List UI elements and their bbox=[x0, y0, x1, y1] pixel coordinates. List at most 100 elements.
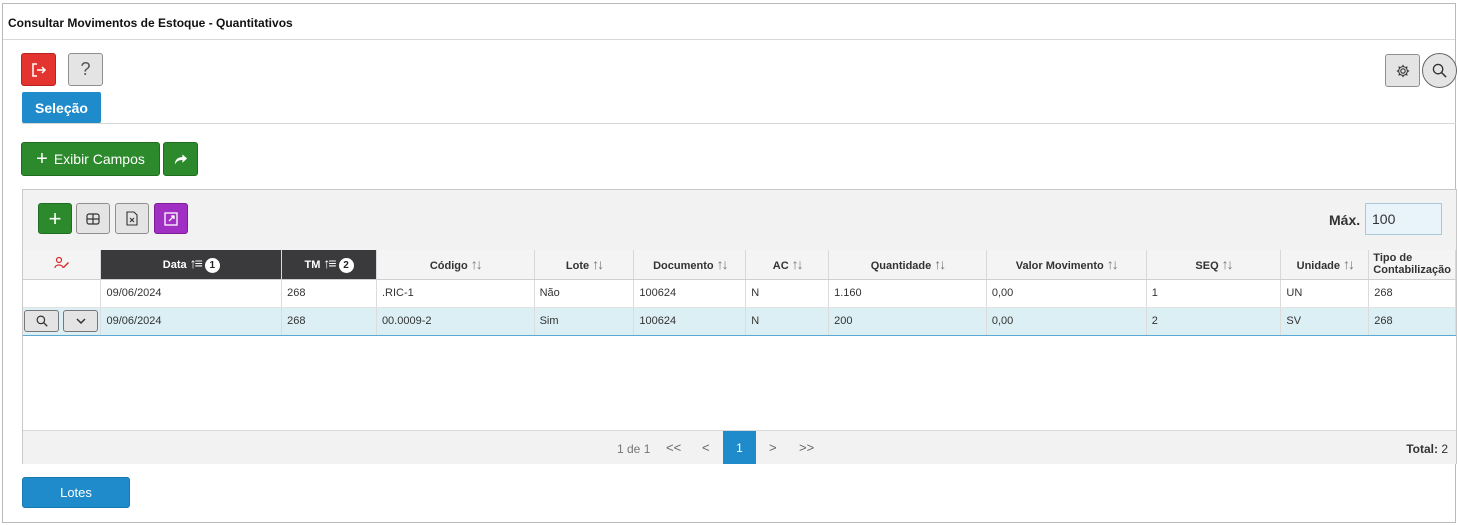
sort-asc-icon: ↑≡ bbox=[323, 255, 336, 272]
cell-unidade: UN bbox=[1280, 279, 1370, 308]
sort-icon: ↑↓ bbox=[1343, 256, 1355, 273]
col-header-valor-movimento[interactable]: Valor Movimento ↑↓ bbox=[986, 250, 1147, 280]
cell-data: 09/06/2024 bbox=[100, 279, 283, 308]
edit-user-icon bbox=[54, 256, 69, 268]
col-header-actions[interactable] bbox=[23, 250, 102, 280]
lotes-button[interactable]: Lotes bbox=[22, 477, 130, 508]
col-header-data[interactable]: Data ↑≡ 1 bbox=[100, 250, 283, 280]
cell-quantidade: 200 bbox=[828, 306, 987, 336]
pagination: 1 de 1 << < 1 > >> Total: 2 bbox=[23, 430, 1456, 464]
sort-icon: ↑↓ bbox=[934, 256, 946, 273]
row-view-button[interactable] bbox=[24, 310, 59, 332]
exit-icon bbox=[31, 62, 46, 77]
help-button[interactable]: ? bbox=[68, 53, 103, 86]
settings-button[interactable] bbox=[1385, 54, 1420, 87]
sort-icon: ↑↓ bbox=[592, 256, 604, 273]
cell-tipo-contabilizacao: 268 bbox=[1368, 306, 1456, 336]
col-label: Unidade bbox=[1296, 260, 1341, 273]
col-label: Valor Movimento bbox=[1015, 260, 1104, 273]
add-row-button[interactable]: + bbox=[38, 203, 72, 234]
col-header-documento[interactable]: Documento ↑↓ bbox=[633, 250, 747, 280]
main-window: Consultar Movimentos de Estoque - Quanti… bbox=[2, 3, 1457, 523]
first-page-button[interactable]: << bbox=[666, 440, 681, 455]
current-page-button[interactable]: 1 bbox=[723, 431, 756, 464]
col-label: Documento bbox=[653, 260, 714, 273]
sort-icon: ↑↓ bbox=[791, 256, 804, 273]
window-title: Consultar Movimentos de Estoque - Quanti… bbox=[3, 4, 1455, 40]
export-excel-button[interactable] bbox=[115, 203, 149, 234]
sort-icon: ↑↓ bbox=[716, 256, 729, 273]
col-label: TM bbox=[304, 259, 321, 272]
cell-ac: N bbox=[745, 306, 830, 336]
cell-codigo: .RIC-1 bbox=[376, 279, 535, 308]
help-icon: ? bbox=[80, 59, 91, 79]
col-header-lote[interactable]: Lote ↑↓ bbox=[534, 250, 635, 280]
row-actions bbox=[24, 310, 100, 332]
results-grid: + Máx. 100 Data ↑≡ 1 TM ↑≡ 2 Código ↑↓ L… bbox=[22, 189, 1457, 464]
col-header-ac[interactable]: AC ↑↓ bbox=[745, 250, 830, 280]
table-row[interactable]: 09/06/2024 268 .RIC-1 Não 100624 N 1.160… bbox=[23, 279, 1456, 308]
total-label: Total: bbox=[1406, 442, 1438, 456]
chevron-down-icon bbox=[75, 317, 86, 324]
col-header-seq[interactable]: SEQ ↑↓ bbox=[1146, 250, 1282, 280]
share-button[interactable] bbox=[163, 142, 198, 176]
cell-tm: 268 bbox=[281, 306, 377, 336]
total-count: Total: 2 bbox=[1406, 442, 1448, 456]
cell-lote: Sim bbox=[534, 306, 635, 336]
cell-codigo: 00.0009-2 bbox=[376, 306, 535, 336]
search-icon bbox=[36, 315, 48, 327]
sort-icon: ↑↓ bbox=[1106, 256, 1119, 273]
table-header: Data ↑≡ 1 TM ↑≡ 2 Código ↑↓ Lote ↑↓ Documento ↑… bbox=[23, 250, 1456, 280]
exibir-campos-button[interactable]: + Exibir Campos bbox=[21, 142, 160, 176]
col-label: Quantidade bbox=[870, 260, 932, 273]
col-label: Tipo de Contabilização bbox=[1373, 252, 1451, 277]
excel-file-icon bbox=[126, 211, 138, 226]
next-page-button[interactable]: > bbox=[769, 440, 777, 455]
col-label: Lote bbox=[565, 260, 590, 273]
col-label: Código bbox=[429, 260, 468, 273]
sort-icon: ↑↓ bbox=[1221, 256, 1234, 273]
col-header-tm[interactable]: TM ↑≡ 2 bbox=[281, 250, 377, 280]
cell-seq: 2 bbox=[1146, 306, 1282, 336]
cell-valor-movimento: 0,00 bbox=[986, 306, 1147, 336]
total-value: 2 bbox=[1441, 442, 1448, 456]
data-table: Data ↑≡ 1 TM ↑≡ 2 Código ↑↓ Lote ↑↓ Documento ↑… bbox=[23, 250, 1456, 336]
table-row[interactable]: 09/06/2024 268 00.0009-2 Sim 100624 N 20… bbox=[23, 306, 1456, 336]
row-actions-cell bbox=[23, 306, 102, 336]
cell-tm: 268 bbox=[281, 279, 377, 308]
expand-icon bbox=[164, 211, 178, 226]
col-header-quantidade[interactable]: Quantidade ↑↓ bbox=[828, 250, 987, 280]
prev-page-button[interactable]: < bbox=[702, 440, 710, 455]
share-arrow-icon bbox=[174, 154, 188, 165]
max-input[interactable] bbox=[1365, 203, 1442, 235]
cell-tipo-contabilizacao: 268 bbox=[1368, 279, 1456, 308]
plus-icon: + bbox=[36, 148, 48, 170]
cell-seq: 1 bbox=[1146, 279, 1282, 308]
cell-documento: 100624 bbox=[633, 279, 747, 308]
last-page-button[interactable]: >> bbox=[799, 440, 814, 455]
page-info: 1 de 1 bbox=[617, 442, 651, 456]
cell-lote: Não bbox=[534, 279, 635, 308]
grid-layout-button[interactable] bbox=[76, 203, 110, 234]
exibir-campos-label: Exibir Campos bbox=[53, 151, 145, 167]
col-header-codigo[interactable]: Código ↑↓ bbox=[376, 250, 535, 280]
search-button[interactable] bbox=[1422, 53, 1457, 88]
sort-order-badge: 1 bbox=[204, 258, 220, 274]
col-label: SEQ bbox=[1195, 260, 1219, 273]
grid-icon bbox=[86, 212, 100, 225]
max-label: Máx. bbox=[1329, 212, 1361, 228]
search-icon bbox=[1432, 63, 1447, 78]
cell-ac: N bbox=[745, 279, 830, 308]
col-header-tipo-contabilizacao[interactable]: Tipo de Contabilização bbox=[1368, 250, 1456, 280]
expand-view-button[interactable] bbox=[154, 203, 188, 234]
cell-documento: 100624 bbox=[633, 306, 747, 336]
sort-order-badge: 2 bbox=[338, 258, 354, 274]
col-label: AC bbox=[772, 260, 789, 273]
row-menu-button[interactable] bbox=[63, 310, 98, 332]
tab-selecao[interactable]: Seleção bbox=[22, 92, 101, 123]
col-header-unidade[interactable]: Unidade ↑↓ bbox=[1280, 250, 1370, 280]
row-actions-cell bbox=[23, 279, 102, 308]
cell-valor-movimento: 0,00 bbox=[986, 279, 1147, 308]
table-viewport: Data ↑≡ 1 TM ↑≡ 2 Código ↑↓ Lote ↑↓ Documento ↑… bbox=[23, 250, 1456, 430]
exit-button[interactable] bbox=[21, 53, 56, 86]
